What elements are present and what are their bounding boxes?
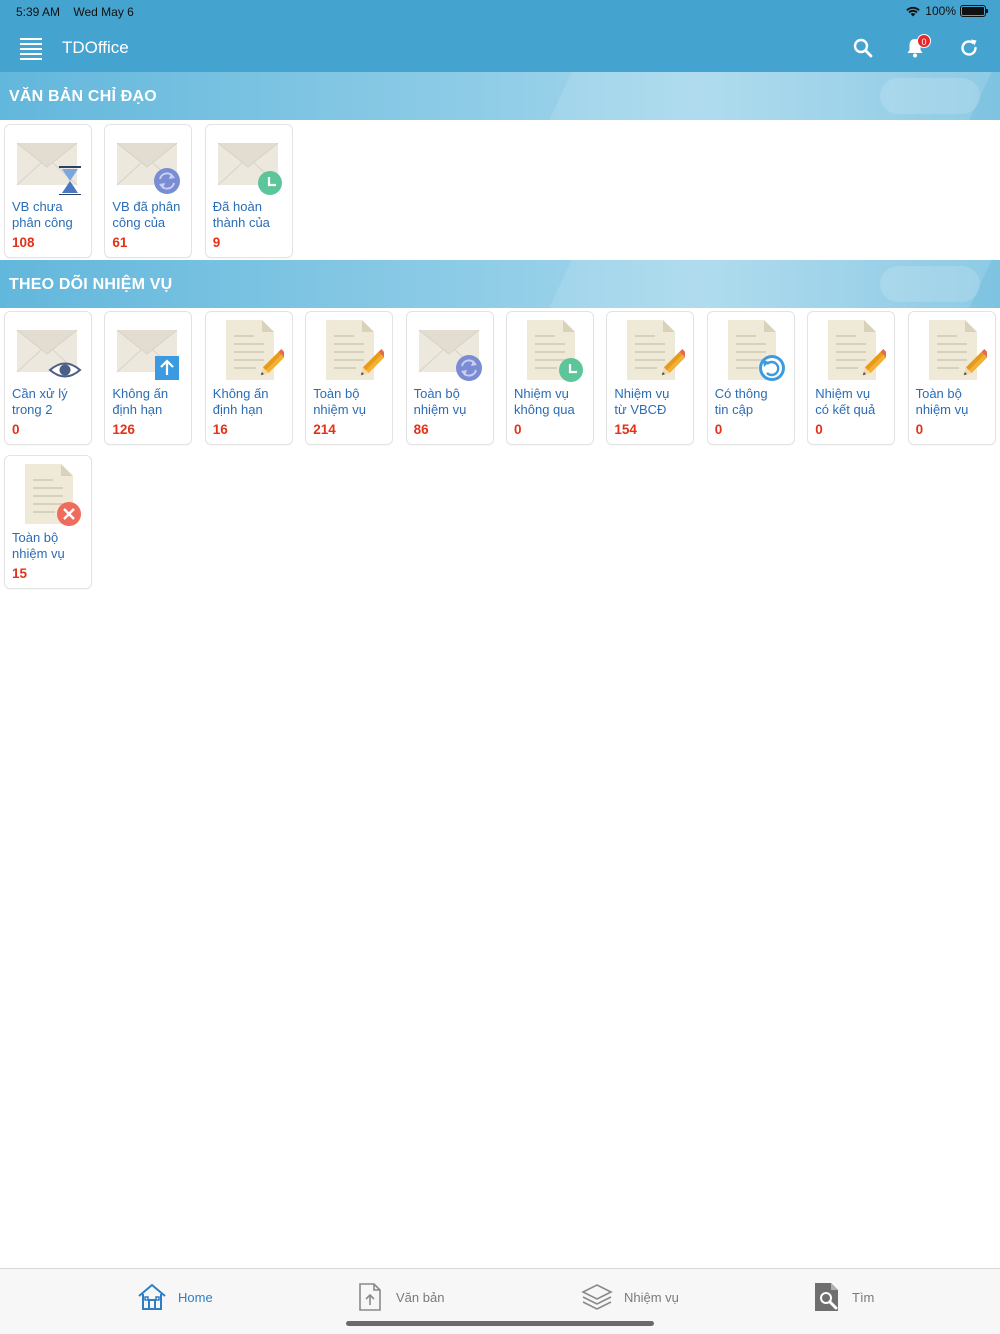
- tab-label: Văn bản: [396, 1289, 445, 1305]
- section-title: THEO DÕI NHIỆM VỤ: [9, 276, 173, 293]
- dashboard-tile[interactable]: Không ấn định hạn 126: [104, 311, 193, 445]
- layers-icon: [581, 1284, 613, 1310]
- dashboard-tile[interactable]: Toàn bộ nhiệm vụ 15: [4, 455, 92, 589]
- dashboard-tile[interactable]: VB đã phân công của 61: [104, 124, 193, 258]
- tab-tim[interactable]: Tìm: [812, 1279, 874, 1315]
- tile-count: 214: [313, 422, 336, 437]
- dashboard-tile[interactable]: Toàn bộ nhiệm vụ 214: [305, 311, 394, 445]
- status-indicators: 100%: [905, 4, 988, 18]
- tile-label: VB chưa phân công: [12, 199, 73, 230]
- tile-count: 0: [915, 422, 924, 437]
- tab-nhiem-vu[interactable]: Nhiệm vụ: [580, 1279, 679, 1315]
- tile-count: 0: [815, 422, 823, 437]
- tile-label: Cần xử lý trong 2: [12, 386, 68, 417]
- envelope-clock-icon: [217, 142, 282, 195]
- dashboard-tile[interactable]: Nhiệm vụ từ VBCĐ 154: [606, 311, 695, 445]
- tile-label: Không ấn định hạn: [212, 386, 269, 417]
- envelope-sync-icon: [117, 142, 181, 194]
- tile-label: Toàn bộ nhiệm vụ: [915, 386, 969, 417]
- tab-label: Home: [178, 1289, 213, 1305]
- section-header-van-ban-chi-dao: VĂN BẢN CHỈ ĐẠO: [0, 72, 1000, 120]
- dashboard-tile[interactable]: Không ấn định hạn 16: [204, 311, 293, 445]
- dashboard-tile[interactable]: VB chưa phân công 108: [4, 124, 92, 258]
- tile-count: 9: [212, 235, 221, 250]
- document-pencil-icon: [627, 320, 686, 380]
- wifi-icon: [906, 6, 921, 17]
- document-clock-icon: [527, 320, 583, 382]
- document-pencil-icon: [225, 320, 284, 380]
- tile-count: 126: [112, 422, 135, 437]
- section-title: VĂN BẢN CHỈ ĐẠO: [9, 88, 157, 105]
- dashboard-tile[interactable]: Nhiệm vụ không qua 0: [506, 311, 594, 445]
- tile-count: 61: [112, 235, 128, 250]
- search-document-icon: [815, 1283, 838, 1311]
- app-title: TDOffice: [62, 38, 129, 57]
- tile-count: 86: [413, 422, 429, 437]
- tile-count: 108: [12, 235, 35, 250]
- tile-count: 0: [12, 422, 20, 437]
- tab-home[interactable]: Home: [136, 1279, 213, 1315]
- status-date: Wed May 6: [73, 5, 134, 19]
- dashboard-tile[interactable]: Đã hoàn thành của 9: [204, 124, 293, 258]
- menu-button[interactable]: [20, 38, 42, 60]
- tile-count: 0: [514, 422, 522, 437]
- tile-label: Nhiệm vụ không qua: [514, 386, 575, 417]
- document-pencil-icon: [828, 320, 887, 380]
- tab-label: Tìm: [852, 1289, 875, 1305]
- envelope-hourglass-icon: [16, 142, 81, 195]
- status-time: 5:39 AM: [16, 5, 61, 19]
- top-bar: 5:39 AM Wed May 6 100% TDOffice 0: [0, 0, 1000, 72]
- tile-count: 15: [12, 566, 28, 581]
- document-cancel-icon: [25, 464, 81, 526]
- battery-icon: [960, 5, 988, 17]
- notification-badge: 0: [917, 34, 931, 48]
- tile-label: Toàn bộ nhiệm vụ: [12, 530, 65, 561]
- tile-label: Nhiệm vụ từ VBCĐ: [614, 386, 670, 417]
- tile-count: 0: [714, 422, 723, 437]
- tile-label: Có thông tin cập: [714, 386, 768, 417]
- search-icon[interactable]: [851, 36, 875, 60]
- tile-label: Toàn bộ nhiệm vụ: [313, 386, 366, 417]
- dashboard-tile[interactable]: Toàn bộ nhiệm vụ 0: [907, 311, 996, 445]
- tile-label: Nhiệm vụ có kết quả: [815, 386, 876, 417]
- dashboard-tile[interactable]: Cần xử lý trong 2 0: [4, 311, 92, 445]
- refresh-icon[interactable]: [957, 36, 981, 60]
- home-icon: [138, 1283, 166, 1310]
- tab-label: Nhiệm vụ: [624, 1289, 679, 1305]
- document-upload-icon: [359, 1283, 381, 1311]
- document-pencil-icon: [326, 320, 385, 380]
- status-bar: 5:39 AM Wed May 6: [16, 5, 144, 19]
- tile-label: Toàn bộ nhiệm vụ: [413, 386, 467, 417]
- dashboard-tile[interactable]: Có thông tin cập 0: [706, 311, 795, 445]
- battery-percent: 100%: [925, 4, 956, 18]
- tile-label: VB đã phân công của: [112, 199, 181, 230]
- tile-label: Đã hoàn thành của: [212, 199, 270, 230]
- home-indicator: [346, 1321, 654, 1326]
- dashboard-tile[interactable]: Nhiệm vụ có kết quả 0: [807, 311, 896, 445]
- document-refresh-icon: [727, 320, 785, 381]
- tile-label: Không ấn định hạn: [112, 386, 169, 417]
- section-header-theo-doi-nhiem-vu: THEO DÕI NHIỆM VỤ: [0, 260, 1000, 308]
- document-pencil-icon: [928, 320, 987, 380]
- envelope-upload-icon: [117, 329, 180, 380]
- dashboard-tile[interactable]: Toàn bộ nhiệm vụ 86: [405, 311, 494, 445]
- envelope-eye-icon: [16, 329, 82, 378]
- tile-count: 154: [614, 422, 637, 437]
- tile-count: 16: [212, 422, 228, 437]
- tab-van-ban[interactable]: Văn bản: [354, 1279, 444, 1315]
- envelope-sync-icon: [418, 329, 482, 381]
